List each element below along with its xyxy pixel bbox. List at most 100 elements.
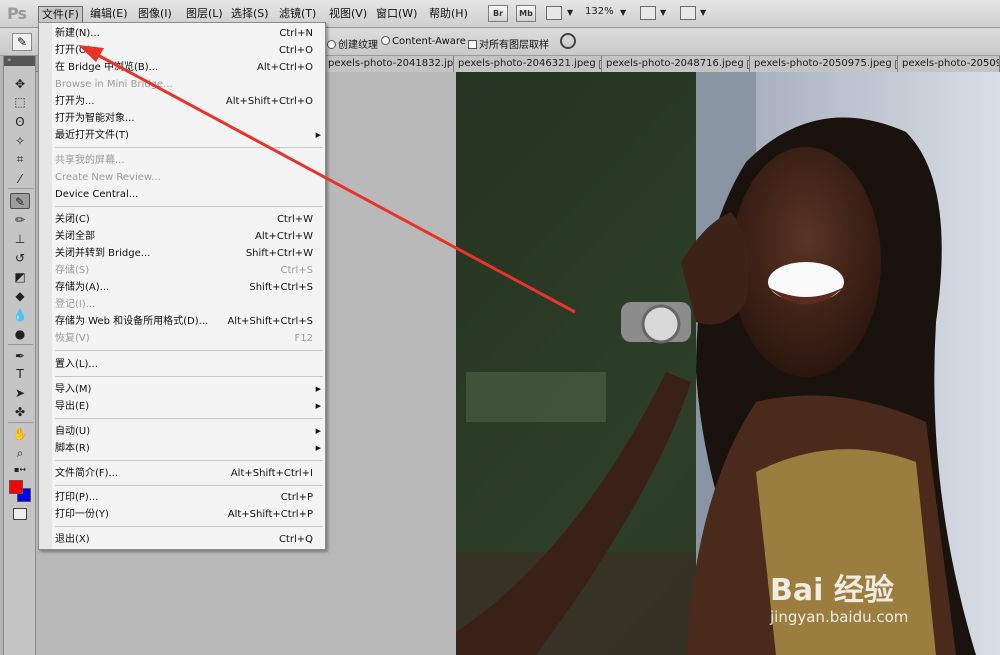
menu-filter[interactable]: 滤镜(T)	[276, 6, 319, 23]
marquee-tool-icon[interactable]: ⬚	[10, 94, 30, 110]
menu-item-open-as[interactable]: 打开为... Alt+Shift+Ctrl+O	[55, 93, 323, 110]
tab-label: pexels-photo-2050975.jpeg	[754, 58, 892, 69]
menu-item-close-go-bridge[interactable]: 关闭并转到 Bridge... Shift+Ctrl+W	[55, 245, 323, 262]
menu-item-save-as[interactable]: 存储为(A)... Shift+Ctrl+S	[55, 279, 323, 296]
lasso-tool-icon[interactable]: ʘ	[10, 114, 30, 130]
eyedropper-tool-icon[interactable]: ⁄	[10, 171, 30, 187]
menu-image[interactable]: 图像(I)	[135, 6, 175, 23]
tab-document[interactable]: pexels-photo-2048716.jpeg✕	[602, 56, 750, 72]
menu-item-file-info[interactable]: 文件简介(F)... Alt+Shift+Ctrl+I	[55, 465, 323, 482]
menu-item-revert[interactable]: 恢复(V) F12	[55, 330, 323, 347]
menu-item-recent-files[interactable]: 最近打开文件(T) ▶	[55, 127, 323, 144]
move-tool-icon[interactable]: ✥	[10, 76, 30, 92]
clone-stamp-tool-icon[interactable]: ⊥	[10, 231, 30, 247]
menu-item-exit[interactable]: 退出(X) Ctrl+Q	[55, 531, 323, 548]
shape-tool-icon[interactable]: ✤	[10, 404, 30, 420]
gradient-tool-icon[interactable]: ◆	[10, 288, 30, 304]
menu-item-shortcut: Alt+Shift+Ctrl+I	[230, 468, 313, 479]
menu-item-shortcut: Ctrl+W	[276, 214, 313, 225]
menu-item-create-review[interactable]: Create New Review...	[55, 169, 323, 186]
menu-item-device-central[interactable]: Device Central...	[55, 186, 323, 203]
history-brush-tool-icon[interactable]: ↺	[10, 250, 30, 266]
zoom-level[interactable]: 132%	[585, 6, 614, 17]
menu-separator	[55, 526, 323, 527]
menu-item-print-one-copy[interactable]: 打印一份(Y) Alt+Shift+Ctrl+P	[55, 506, 323, 523]
menu-separator	[55, 485, 323, 486]
eraser-tool-icon[interactable]: ◩	[10, 269, 30, 285]
menu-item-save-for-web[interactable]: 存储为 Web 和设备所用格式(D)... Alt+Shift+Ctrl+S	[55, 313, 323, 330]
view-extras-icon[interactable]	[546, 6, 562, 20]
menu-file[interactable]: 文件(F)	[38, 6, 83, 23]
crop-tool-icon[interactable]: ⌗	[10, 151, 30, 167]
menu-select[interactable]: 选择(S)	[228, 6, 272, 23]
menu-item-shortcut: Ctrl+P	[280, 492, 313, 503]
tools-panel: » ✥ ⬚ ʘ ✧ ⌗ ⁄ ✎ ✏ ⊥ ↺ ◩ ◆ 💧 ● ✒ T ➤ ✤ ✋ …	[3, 56, 36, 655]
menu-item-shortcut: Ctrl+O	[278, 45, 313, 56]
pen-tool-icon[interactable]: ✒	[10, 348, 30, 364]
menu-item-automate[interactable]: 自动(U) ▶	[55, 423, 323, 440]
mini-bridge-button[interactable]: Mb	[516, 5, 536, 22]
menu-item-close[interactable]: 关闭(C) Ctrl+W	[55, 211, 323, 228]
quick-mask-icon[interactable]	[13, 508, 27, 520]
menu-window[interactable]: 窗口(W)	[373, 6, 420, 23]
bridge-button[interactable]: Br	[488, 5, 508, 22]
tools-panel-header[interactable]: »	[4, 56, 35, 66]
blur-tool-icon[interactable]: 💧	[10, 307, 30, 323]
tab-document[interactable]: pexels-photo-2041832.jpeg✕	[324, 56, 454, 72]
submenu-arrow-icon: ▶	[315, 131, 321, 139]
sample-all-layers-option[interactable]: 对所有图层取样	[468, 36, 549, 51]
menu-item-share-screen[interactable]: 共享我的屏幕...	[55, 152, 323, 169]
hand-tool-icon[interactable]: ✋	[10, 426, 30, 442]
menu-item-scripts[interactable]: 脚本(R) ▶	[55, 440, 323, 457]
zoom-tool-icon[interactable]: ⌕	[10, 445, 30, 461]
tab-document[interactable]: pexels-photo-2050975.jpeg✕	[750, 56, 898, 72]
menu-item-open-smart-object[interactable]: 打开为智能对象...	[55, 110, 323, 127]
chevron-down-icon[interactable]: ▼	[567, 8, 573, 17]
menu-item-label: 关闭全部	[55, 231, 95, 242]
menu-item-new[interactable]: 新建(N)... Ctrl+N	[55, 25, 323, 42]
menu-item-import[interactable]: 导入(M) ▶	[55, 381, 323, 398]
divider	[8, 188, 33, 189]
screen-mode-icon[interactable]	[680, 6, 696, 20]
menu-item-export[interactable]: 导出(E) ▶	[55, 398, 323, 415]
menu-view[interactable]: 视图(V)	[326, 6, 370, 23]
menu-item-label: 存储为(A)...	[55, 282, 110, 293]
brush-tool-icon[interactable]: ✏	[10, 212, 30, 228]
menu-item-print[interactable]: 打印(P)... Ctrl+P	[55, 489, 323, 506]
menu-item-label: 退出(X)	[55, 534, 90, 545]
menu-item-label: 恢复(V)	[55, 333, 90, 344]
tab-document[interactable]: pexels-photo-205099	[898, 56, 1000, 72]
spot-healing-brush-icon[interactable]: ✎	[12, 33, 32, 51]
chevron-down-icon[interactable]: ▼	[620, 8, 626, 17]
menu-help[interactable]: 帮助(H)	[426, 6, 471, 23]
default-colors-icon[interactable]: ▪↔	[10, 462, 30, 478]
menu-item-shortcut: Alt+Ctrl+O	[257, 62, 313, 73]
submenu-arrow-icon: ▶	[315, 402, 321, 410]
menu-item-open[interactable]: 打开(O)... Ctrl+O	[55, 42, 323, 59]
menu-layer[interactable]: 图层(L)	[183, 6, 226, 23]
pressure-size-icon[interactable]	[560, 33, 576, 49]
dodge-tool-icon[interactable]: ●	[10, 326, 30, 342]
menu-item-place[interactable]: 置入(L)...	[55, 356, 323, 373]
chevron-down-icon[interactable]: ▼	[700, 8, 706, 17]
spot-healing-tool-icon[interactable]: ✎	[10, 193, 30, 209]
menu-item-label: 最近打开文件(T)	[55, 130, 129, 141]
menu-item-browse-mini-bridge[interactable]: Browse in Mini Bridge...	[55, 76, 323, 93]
menu-item-browse-bridge[interactable]: 在 Bridge 中浏览(B)... Alt+Ctrl+O	[55, 59, 323, 76]
menu-item-save[interactable]: 存储(S) Ctrl+S	[55, 262, 323, 279]
radio-icon[interactable]	[327, 40, 336, 49]
arrange-documents-icon[interactable]	[640, 6, 656, 20]
type-tool-icon[interactable]: T	[10, 366, 30, 382]
path-select-tool-icon[interactable]: ➤	[10, 385, 30, 401]
chevron-down-icon[interactable]: ▼	[660, 8, 666, 17]
checkbox-icon[interactable]	[468, 40, 477, 49]
radio-icon[interactable]	[381, 36, 390, 45]
create-texture-option[interactable]: 创建纹理	[327, 36, 378, 51]
quick-select-tool-icon[interactable]: ✧	[10, 133, 30, 149]
tab-document[interactable]: pexels-photo-2046321.jpeg✕	[454, 56, 602, 72]
foreground-color-swatch[interactable]	[9, 480, 23, 494]
menu-item-close-all[interactable]: 关闭全部 Alt+Ctrl+W	[55, 228, 323, 245]
content-aware-option[interactable]: Content-Aware	[381, 36, 466, 47]
menu-item-check-in[interactable]: 登记(I)...	[55, 296, 323, 313]
menu-edit[interactable]: 编辑(E)	[87, 6, 131, 23]
